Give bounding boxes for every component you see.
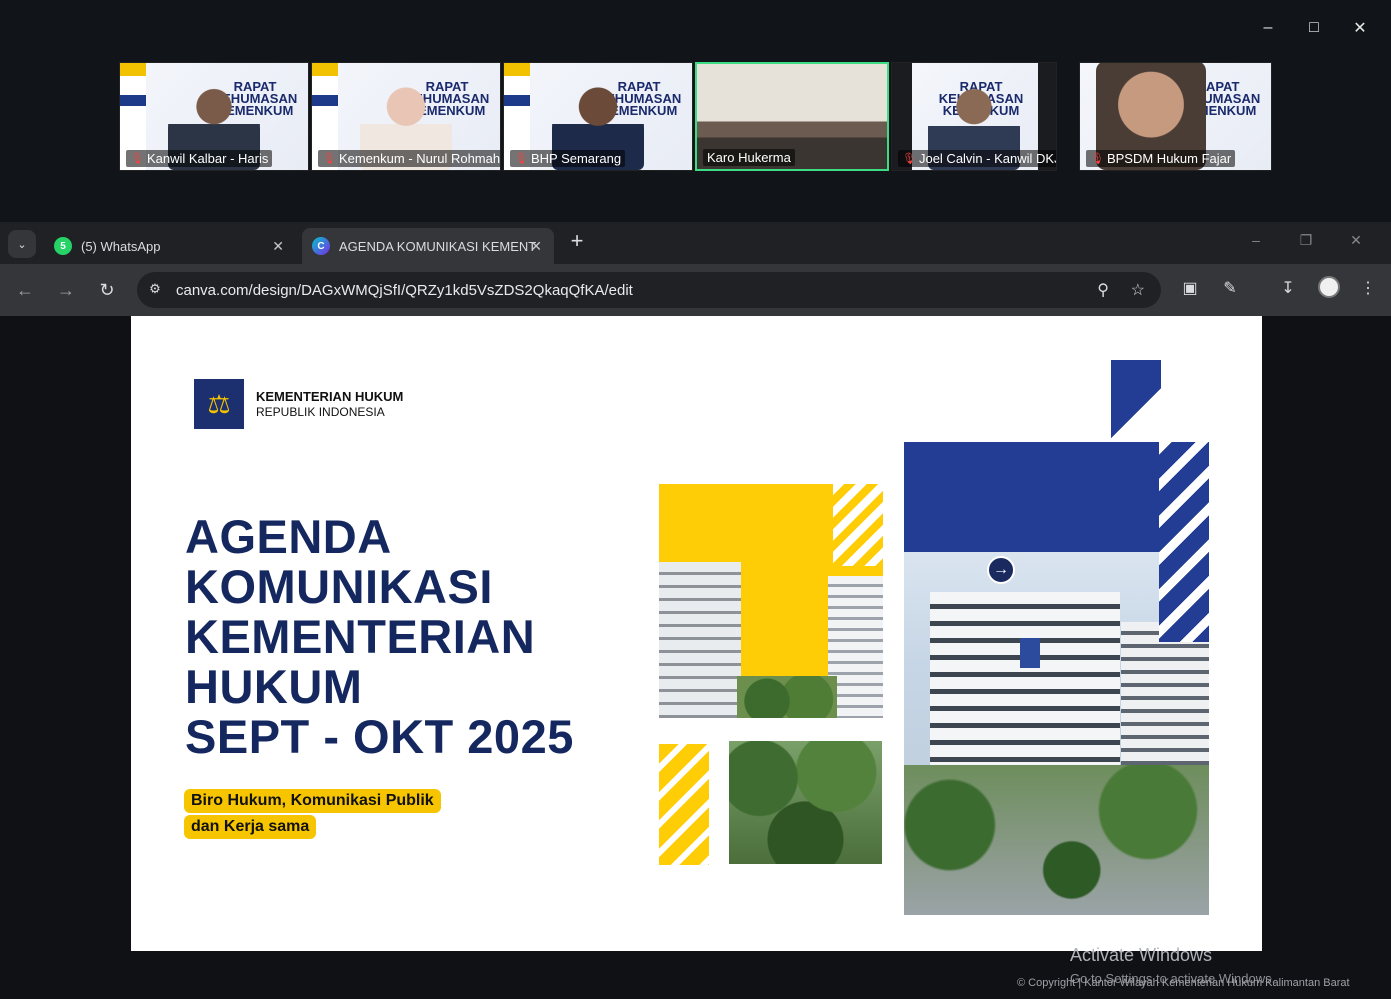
maximize-icon[interactable]: □	[1291, 14, 1337, 42]
participant-tile[interactable]: RAPAT KEHUMASAN KEMENKUM 🎙Joel Calvin - …	[891, 62, 1057, 171]
participant-name-tag: 🎙 Kemenkum - Nurul Rohmah	[318, 150, 500, 167]
tab-canva-agenda[interactable]: C AGENDA KOMUNIKASI KEMENT ✕	[302, 228, 554, 264]
browser-window-controls: – ❐ ✕	[1231, 232, 1381, 249]
zoom-icon[interactable]: ⚲	[1097, 280, 1109, 300]
title-line: AGENDA	[185, 510, 392, 563]
canva-slide[interactable]: ⚖ KEMENTERIAN HUKUM REPUBLIK INDONESIA A…	[131, 316, 1262, 951]
bookmark-star-icon[interactable]: ☆	[1131, 280, 1145, 300]
trees-photo	[729, 741, 882, 864]
participant-gallery: RAPAT KEHUMASAN KEMENKUM 🎙Kanwil Kalbar …	[119, 62, 1272, 172]
menu-kebab-icon[interactable]: ⋮	[1356, 278, 1380, 298]
participant-tile-active[interactable]: Karo Hukerma	[695, 62, 889, 171]
building-graphic	[1121, 622, 1209, 772]
building-photo-yellow	[659, 484, 883, 718]
mic-muted-icon: 🎙	[1090, 153, 1104, 165]
participant-name-tag: 🎙 Kanwil Kalbar - Haris	[126, 150, 273, 167]
mic-muted-icon: 🎙	[322, 153, 336, 165]
arrow-graphic	[1111, 360, 1161, 440]
restore-icon[interactable]: ❐	[1281, 232, 1331, 249]
profile-avatar[interactable]	[1318, 276, 1340, 298]
title-line: SEPT - OKT 2025	[185, 710, 574, 763]
mic-muted-icon: 🎙	[902, 153, 916, 165]
participant-tile[interactable]: RAPAT KEHUMASAN KEMENKUM 🎙BHP Semarang	[503, 62, 693, 171]
tab-whatsapp[interactable]: 5 (5) WhatsApp ✕	[44, 228, 296, 264]
whatsapp-icon: 5	[54, 237, 72, 255]
url-text[interactable]: canva.com/design/DAGxWMQjSfI/QRZy1kd5VsZ…	[176, 282, 633, 299]
building-graphic	[930, 592, 1120, 772]
activate-windows-title: Activate Windows	[1070, 945, 1213, 965]
emblem-graphic	[1020, 638, 1040, 668]
minimize-icon[interactable]: –	[1231, 232, 1281, 249]
reload-icon[interactable]: ↻	[95, 278, 119, 302]
arrow-right-circle-icon[interactable]: →	[987, 556, 1015, 584]
participant-name-tag: 🎙 BPSDM Hukum Fajar	[1086, 150, 1236, 167]
mic-muted-icon: 🎙	[130, 153, 144, 165]
browser-window: ⌄ 5 (5) WhatsApp ✕ C AGENDA KOMUNIKASI K…	[0, 222, 1391, 999]
tab-label: (5) WhatsApp	[81, 238, 161, 254]
participant-tile[interactable]: RAPAT KEHUMASAN KEMENKUM 🎙Kemenkum - Nur…	[311, 62, 501, 171]
window-controls: – □ ✕	[1245, 14, 1383, 42]
back-icon[interactable]: ←	[13, 278, 37, 302]
download-icon[interactable]: ↧	[1276, 278, 1300, 298]
tab-bar: ⌄ 5 (5) WhatsApp ✕ C AGENDA KOMUNIKASI K…	[0, 222, 1391, 264]
participant-name-tag: Karo Hukerma	[703, 149, 795, 166]
subtitle-pill: dan Kerja sama	[184, 815, 317, 839]
title-line: KEMENTERIAN	[185, 610, 536, 663]
canva-icon: C	[312, 237, 330, 255]
browser-toolbar: ← → ↻ ⚙ canva.com/design/DAGxWMQjSfI/QRZ…	[0, 264, 1391, 316]
participant-name-tag: 🎙 BHP Semarang	[510, 150, 626, 167]
copyright-text: © Copyright | Kantor Wilayah Kementerian…	[1017, 977, 1350, 989]
tab-search-chevron-icon[interactable]: ⌄	[8, 230, 36, 258]
trees-graphic	[737, 676, 837, 718]
org-subname: REPUBLIK INDONESIA	[256, 405, 385, 419]
participant-tile[interactable]: RAPAT KEHUMASAN KEMENKUM 🎙Kanwil Kalbar …	[119, 62, 309, 171]
ministry-building-photo	[904, 442, 1209, 915]
site-settings-icon[interactable]: ⚙	[146, 281, 164, 299]
extensions-icon[interactable]: ✎	[1218, 278, 1242, 298]
close-icon[interactable]: ✕	[1331, 232, 1381, 249]
subtitle-pill: Biro Hukum, Komunikasi Publik	[184, 789, 441, 813]
ministry-logo-icon: ⚖	[194, 379, 244, 429]
tab-label: AGENDA KOMUNIKASI KEMENT	[339, 238, 537, 254]
close-tab-icon[interactable]: ✕	[272, 238, 284, 255]
close-icon[interactable]: ✕	[1337, 14, 1383, 42]
minimize-icon[interactable]: –	[1245, 14, 1291, 42]
close-tab-icon[interactable]: ✕	[530, 238, 542, 255]
arrow-graphic	[833, 484, 883, 566]
title-line: KOMUNIKASI	[185, 560, 493, 613]
org-name: KEMENTERIAN HUKUM	[256, 389, 404, 404]
arrow-graphic	[659, 744, 709, 865]
arrow-graphic	[1159, 442, 1209, 642]
mic-muted-icon: 🎙	[514, 153, 528, 165]
address-bar[interactable]: ⚙ canva.com/design/DAGxWMQjSfI/QRZy1kd5V…	[137, 272, 1161, 308]
participant-name-tag: 🎙 Joel Calvin - Kanwil DKJ	[898, 150, 1056, 167]
slide-title: AGENDA KOMUNIKASI KEMENTERIAN HUKUM SEPT…	[185, 512, 625, 762]
grounds-graphic	[904, 765, 1209, 915]
new-tab-icon[interactable]: +	[565, 230, 589, 254]
page-content: ⚖ KEMENTERIAN HUKUM REPUBLIK INDONESIA A…	[0, 316, 1391, 999]
building-graphic	[659, 562, 741, 718]
participant-tile[interactable]: RAPAT KEHUMASAN KEMENKUM 🎙 BPSDM Hukum Fa…	[1079, 62, 1272, 171]
forward-icon[interactable]: →	[54, 278, 78, 302]
translate-icon[interactable]: ▣	[1178, 278, 1202, 298]
title-line: HUKUM	[185, 660, 363, 713]
